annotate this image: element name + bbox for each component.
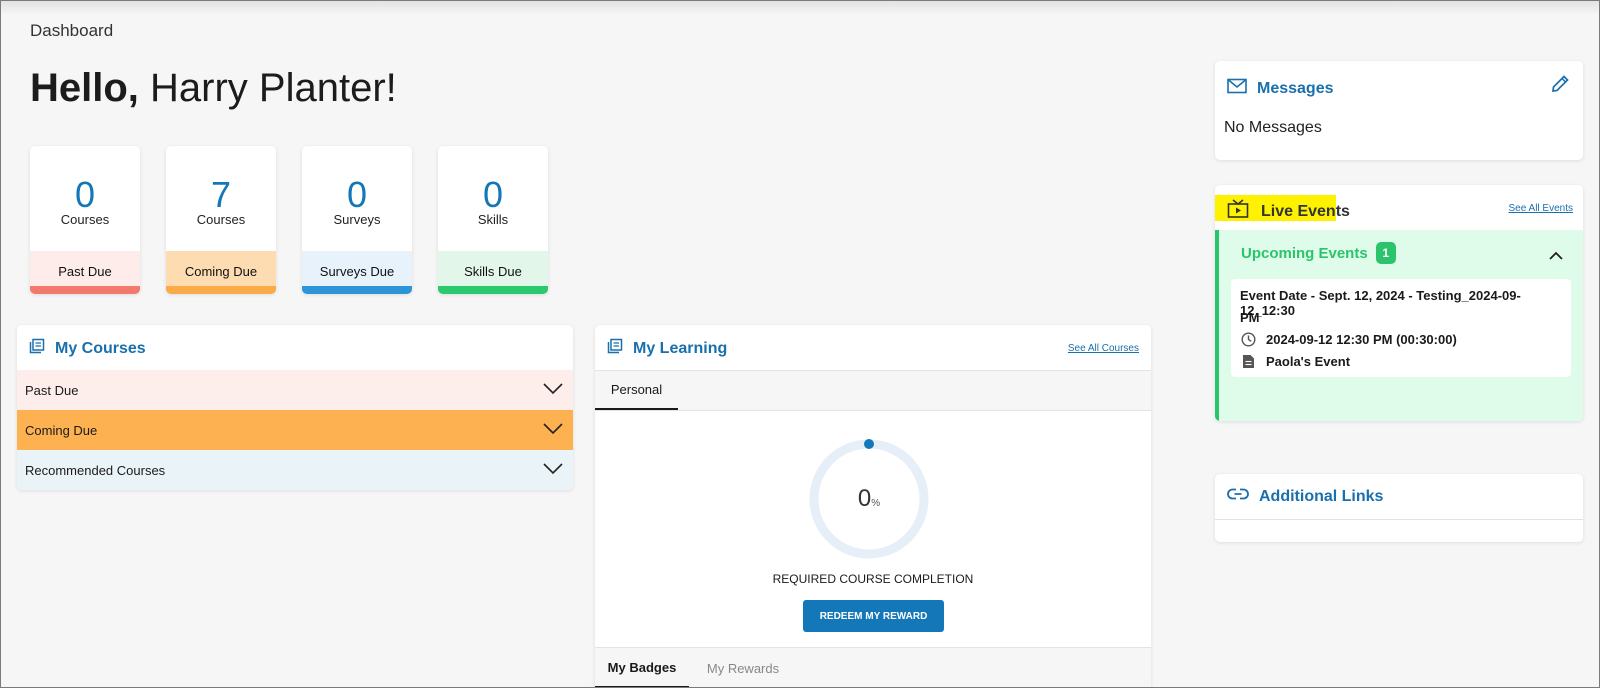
tab-personal[interactable]: Personal [595,371,678,410]
courses-icon [607,338,623,359]
accordion-label: Past Due [25,382,79,398]
accordion-recommended[interactable]: Recommended Courses [17,450,573,490]
messages-title: Messages [1257,79,1334,97]
upcoming-events-label: Upcoming Events [1241,244,1368,262]
my-learning-panel: My Learning See All Courses Personal 0% … [595,325,1151,688]
stat-card-past-due[interactable]: 0 Courses Past Due [30,146,140,294]
chevron-down-icon [543,422,563,438]
accordion-coming-due[interactable]: Coming Due [17,410,573,450]
stat-type: Skills [477,212,509,227]
stat-type: Courses [60,212,110,227]
stat-value: 0 [482,174,504,215]
stat-footer: Coming Due [166,251,276,294]
my-courses-header: My Courses [29,338,146,359]
stat-footer: Skills Due [438,251,548,294]
my-learning-header: My Learning [607,338,727,359]
see-all-events-link[interactable]: See All Events [1509,203,1573,214]
document-icon [1242,354,1255,374]
event-date-line: Event Date - Sept. 12, 2024 - Testing_20… [1240,288,1521,318]
additional-links-header: Additional Links [1227,487,1383,506]
event-name: Paola's Event [1266,354,1351,369]
see-all-courses-link[interactable]: See All Courses [1068,343,1139,354]
courses-icon [29,338,45,359]
completion-label: REQUIRED COURSE COMPLETION [772,572,974,586]
live-events-header: Live Events [1227,199,1350,224]
live-tv-icon [1227,199,1249,224]
progress-unit: % [871,498,881,509]
greeting-name: Harry Planter! [150,66,397,110]
messages-panel: Messages No Messages [1215,61,1583,160]
live-events-title: Live Events [1261,202,1350,220]
messages-empty-text: No Messages [1224,119,1322,136]
stat-value: 7 [210,174,232,215]
my-courses-panel: My Courses Past Due Coming Due Recommend… [17,325,573,490]
page-title: Hello, Harry Planter! [30,66,397,111]
redeem-reward-button[interactable]: REDEEM MY REWARD [803,600,944,632]
additional-links-title: Additional Links [1259,487,1384,505]
chevron-down-icon [543,462,563,478]
stat-value: 0 [346,174,368,215]
stat-card-surveys-due[interactable]: 0 Surveys Surveys Due [302,146,412,294]
messages-header: Messages [1227,78,1334,99]
stat-type: Surveys [333,212,381,227]
chevron-down-icon [543,382,563,398]
breadcrumb: Dashboard [30,21,114,40]
accordion-label: Recommended Courses [25,462,166,478]
badges-tab-strip: My Badges My Rewards [595,647,1151,688]
progress-value: 0 [857,485,872,512]
greeting-hello: Hello, [30,66,139,110]
learning-tab-strip: Personal [595,370,1151,411]
divider [1215,519,1583,520]
stat-type: Courses [196,212,246,227]
stat-footer: Surveys Due [302,251,412,294]
event-time: 2024-09-12 12:30 PM (00:30:00) [1266,332,1457,347]
stat-footer: Past Due [30,251,140,294]
accordion-past-due[interactable]: Past Due [17,370,573,410]
my-courses-title: My Courses [55,339,146,357]
my-learning-title: My Learning [633,339,728,357]
edit-pencil-icon[interactable] [1550,74,1570,99]
stat-card-skills-due[interactable]: 0 Skills Skills Due [438,146,548,294]
stat-value: 0 [74,174,96,215]
event-date-line-cont: PM [1240,310,1260,325]
additional-links-panel: Additional Links [1215,474,1583,542]
clock-icon [1241,332,1256,352]
mail-icon [1227,78,1247,99]
tab-my-rewards[interactable]: My Rewards [695,648,791,688]
progress-indicator-dot [864,439,874,449]
stat-card-coming-due[interactable]: 7 Courses Coming Due [166,146,276,294]
tab-my-badges[interactable]: My Badges [595,648,689,688]
chevron-up-icon[interactable] [1549,247,1563,265]
progress-readout: 0% [807,485,931,513]
accordion-label: Coming Due [25,422,98,438]
upcoming-count-badge: 1 [1375,242,1396,264]
top-shadow [1,1,1599,15]
event-card[interactable]: Event Date - Sept. 12, 2024 - Testing_20… [1231,279,1571,377]
link-icon [1227,487,1249,506]
upcoming-events-header[interactable]: Upcoming Events 1 [1241,242,1396,264]
